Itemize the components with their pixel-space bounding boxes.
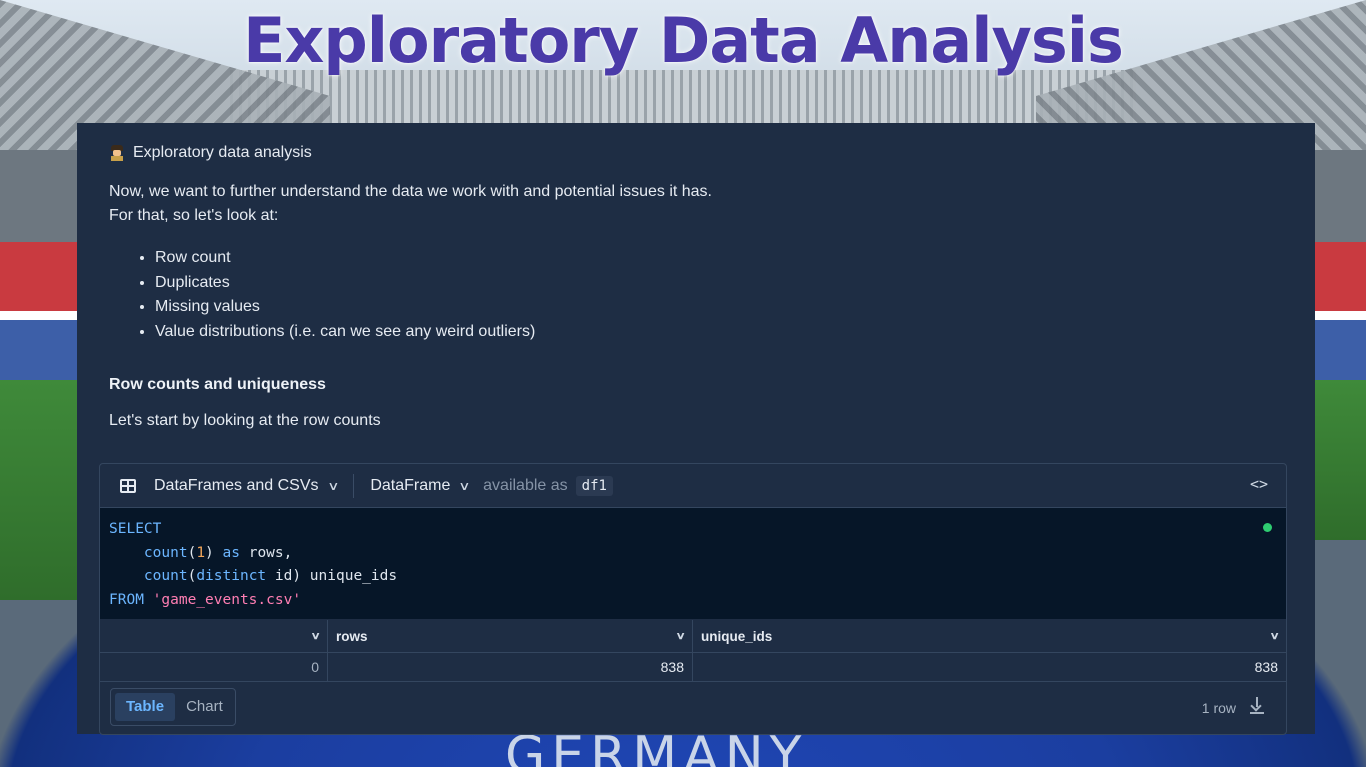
section-heading: Row counts and uniqueness xyxy=(109,376,326,393)
sql-cell: DataFrames and CSVs ∨ DataFrame ∨ availa… xyxy=(99,463,1287,735)
detective-icon xyxy=(109,145,125,161)
sql-keyword: FROM xyxy=(109,591,144,608)
available-as-label: available as xyxy=(483,476,568,494)
column-header-index[interactable]: ∨ xyxy=(100,620,328,653)
table-cell: 838 xyxy=(692,652,1286,682)
sql-keyword: distinct xyxy=(196,568,267,584)
list-item: Row count xyxy=(155,247,535,272)
sql-toolbar: DataFrames and CSVs ∨ DataFrame ∨ availa… xyxy=(100,464,1286,508)
table-view-button[interactable]: Table xyxy=(115,693,176,721)
output-type-label: DataFrame xyxy=(370,476,451,494)
list-item: Value distributions (i.e. can we see any… xyxy=(155,321,535,346)
chart-view-button[interactable]: Chart xyxy=(175,693,234,721)
table-grid-icon xyxy=(120,478,136,493)
column-header-unique-ids[interactable]: unique_ids ∨ xyxy=(692,620,1286,653)
chevron-down-icon: ∨ xyxy=(310,630,321,642)
sql-text: rows, xyxy=(239,544,293,561)
sql-keyword: as xyxy=(222,544,240,561)
chevron-down-icon: ∨ xyxy=(458,478,471,493)
status-indicator xyxy=(1263,523,1272,532)
stand-left xyxy=(0,150,80,380)
table-header-row: ∨ rows ∨ unique_ids ∨ xyxy=(100,620,1286,653)
background-text: GERMANY xyxy=(505,726,808,767)
result-footer: Table Chart 1 row xyxy=(100,683,1286,734)
sql-text: id) unique_ids xyxy=(266,568,398,584)
sql-editor[interactable]: SELECT count(1) as rows, count(distinct … xyxy=(100,508,1286,619)
sql-code: SELECT count(1) as rows, count(distinct … xyxy=(109,521,398,608)
sql-number: 1 xyxy=(196,544,206,561)
cell-heading-text: Exploratory data analysis xyxy=(133,144,312,161)
sql-string: 'game_events.csv' xyxy=(152,591,302,608)
variable-name-chip[interactable]: df1 xyxy=(575,475,613,496)
chevron-down-icon: ∨ xyxy=(675,630,686,642)
stand-right xyxy=(1306,150,1366,380)
code-toggle-icon[interactable]: <> xyxy=(1250,475,1268,493)
toolbar-divider xyxy=(353,473,355,498)
row-count: 1 row xyxy=(1201,700,1236,716)
view-toggle: Table Chart xyxy=(110,688,236,726)
list-item: Duplicates xyxy=(155,272,535,297)
sql-keyword: SELECT xyxy=(109,521,162,537)
table-cell: 0 xyxy=(100,652,328,682)
result-table: ∨ rows ∨ unique_ids ∨ 0 838 838 xyxy=(100,620,1286,682)
intro-line-2: For that, so let's look at: xyxy=(109,207,279,224)
chevron-down-icon: ∨ xyxy=(326,478,340,493)
bullet-list: Row count Duplicates Missing values Valu… xyxy=(135,247,535,345)
cell-heading: Exploratory data analysis xyxy=(109,144,312,162)
source-selector[interactable]: DataFrames and CSVs ∨ xyxy=(100,476,340,495)
page-title: Exploratory Data Analysis xyxy=(243,4,1124,77)
section-text: Let's start by looking at the row counts xyxy=(109,412,381,429)
source-label: DataFrames and CSVs xyxy=(154,476,319,494)
table-row: 0 838 838 xyxy=(100,652,1286,682)
sql-function: count xyxy=(143,544,188,561)
table-cell: 838 xyxy=(327,652,693,682)
sql-function: count xyxy=(143,568,188,584)
chevron-down-icon: ∨ xyxy=(1269,630,1280,642)
notebook-panel: Exploratory data analysis Now, we want t… xyxy=(77,123,1315,735)
output-type-selector[interactable]: DataFrame ∨ xyxy=(370,476,471,495)
column-header-rows[interactable]: rows ∨ xyxy=(327,620,693,653)
download-icon[interactable] xyxy=(1250,697,1264,715)
intro-line-1: Now, we want to further understand the d… xyxy=(109,183,712,200)
list-item: Missing values xyxy=(155,296,535,321)
stadium-roof xyxy=(230,70,1136,130)
